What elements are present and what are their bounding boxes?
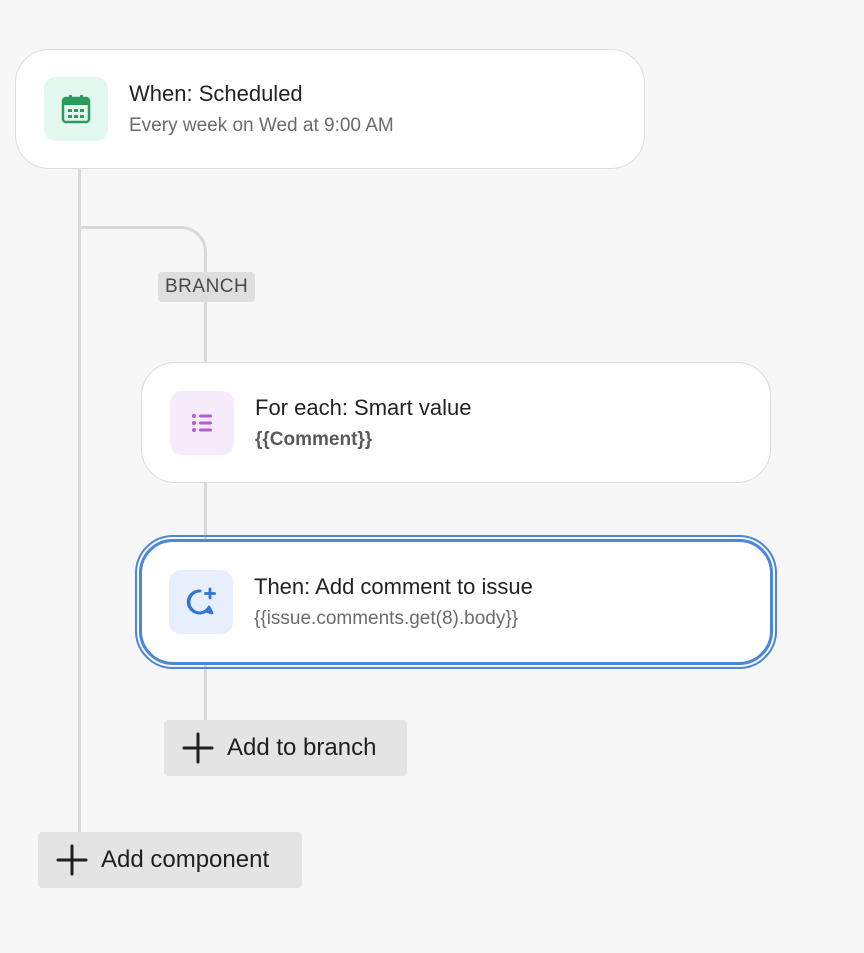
plus-icon	[56, 844, 88, 876]
branch-badge: BRANCH	[158, 272, 256, 302]
action-subtitle: {{issue.comments.get(8).body}}	[254, 608, 519, 629]
branch-connector	[204, 482, 207, 540]
add-to-branch-button[interactable]: Add to branch	[164, 720, 407, 776]
action-text: Then: Add comment to issue {{issue.comme…	[254, 573, 533, 631]
add-comment-action-card[interactable]: Then: Add comment to issue {{issue.comme…	[135, 535, 777, 669]
for-each-card[interactable]: For each: Smart value {{Comment}}	[141, 362, 771, 483]
add-comment-icon	[186, 587, 216, 615]
add-to-branch-label: Add to branch	[227, 734, 377, 761]
calendar-icon	[61, 95, 91, 124]
add-component-button[interactable]: Add component	[38, 832, 302, 888]
list-icon	[192, 413, 212, 432]
rule-canvas: When: Scheduled Every week on Wed at 9:0…	[0, 0, 864, 953]
for-each-icon-box	[170, 390, 234, 455]
trigger-subtitle: Every week on Wed at 9:00 AM	[129, 115, 394, 136]
trigger-title: When: Scheduled	[129, 81, 303, 106]
branch-connector	[204, 664, 207, 722]
action-icon-box	[169, 570, 233, 634]
trigger-card[interactable]: When: Scheduled Every week on Wed at 9:0…	[15, 49, 645, 169]
action-title: Then: Add comment to issue	[254, 574, 533, 599]
add-component-label: Add component	[101, 846, 270, 873]
trigger-icon-box	[44, 77, 108, 141]
trigger-text: When: Scheduled Every week on Wed at 9:0…	[129, 80, 394, 138]
plus-icon	[182, 732, 214, 764]
for-each-title: For each: Smart value	[255, 394, 472, 420]
for-each-text: For each: Smart value {{Comment}}	[255, 394, 471, 452]
for-each-subtitle: {{Comment}}	[255, 428, 373, 450]
